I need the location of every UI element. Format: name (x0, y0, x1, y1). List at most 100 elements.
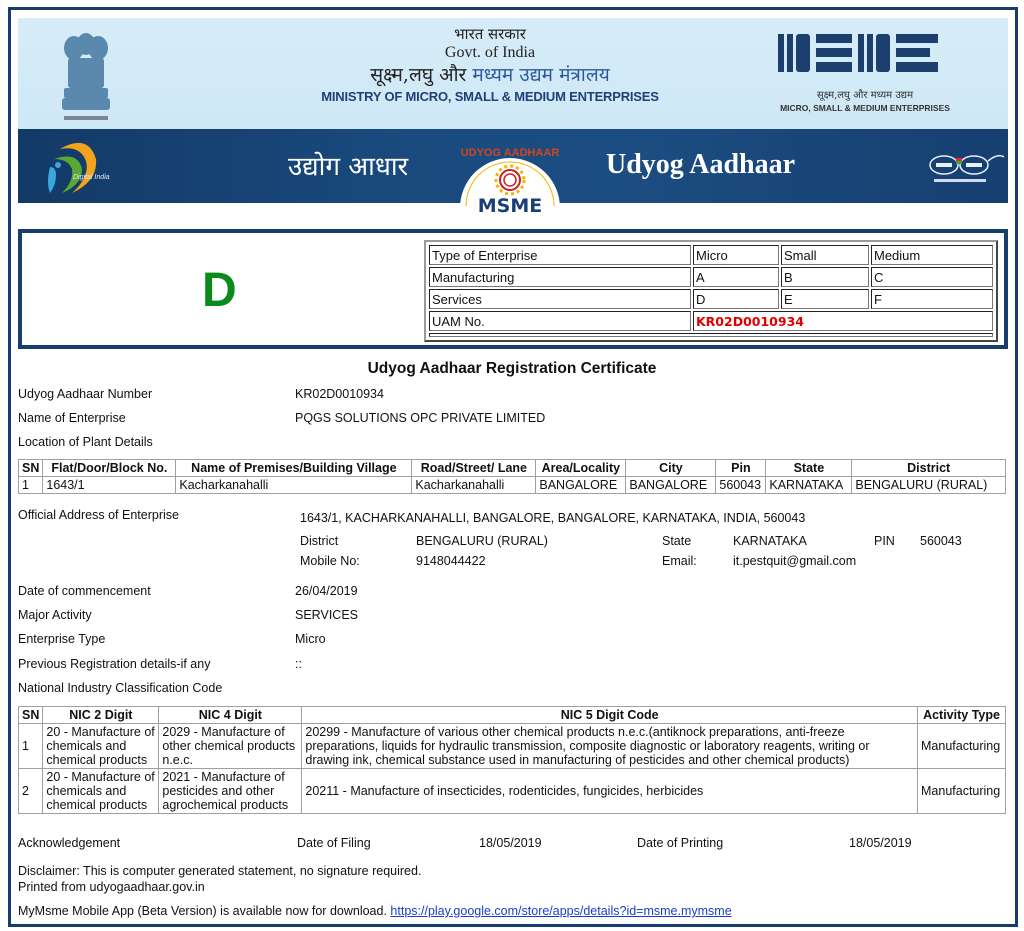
type-cell: B (781, 267, 869, 287)
printing-date-value: 18/05/2019 (849, 836, 912, 850)
plant-table-header: SN Flat/Door/Block No. Name of Premises/… (17, 459, 1006, 477)
column-header: SN (17, 459, 44, 477)
digital-india-logo-icon (48, 142, 97, 193)
play-store-link[interactable]: https://play.google.com/store/apps/detai… (390, 904, 731, 918)
previous-registration-value: :: (295, 657, 302, 671)
type-header-cell: Type of Enterprise (429, 245, 691, 265)
table-cell: Kacharkanahalli (175, 476, 413, 494)
table-cell: BENGALURU (RURAL) (851, 476, 1006, 494)
type-header-cell: Micro (693, 245, 779, 265)
table-cell: Manufacturing (917, 723, 1006, 769)
email-label: Email: (662, 554, 697, 568)
pin-value: 560043 (920, 534, 962, 548)
pin-label: PIN (874, 534, 895, 548)
mobile-value: 9148044422 (416, 554, 486, 568)
table-row: 1 20 - Manufacture of chemicals and chem… (17, 723, 1006, 769)
msme-logo-icon (778, 34, 938, 72)
table-row: 2 20 - Manufacture of chemicals and chem… (17, 768, 1006, 814)
type-table-row: Manufacturing A B C (429, 267, 993, 287)
table-cell: 20 - Manufacture of chemicals and chemic… (42, 768, 160, 814)
table-cell: Kacharkanahalli (411, 476, 537, 494)
uam-label: UAM No. (429, 311, 691, 331)
udyog-aadhaar-msme-badge-icon: UDYOG AADHAAR MSME (460, 147, 560, 216)
msme-logo: सूक्ष्म,लघु और मध्यम उद्यम MICRO, SMALL … (770, 32, 960, 113)
district-label: District (300, 534, 339, 548)
enterprise-type-table: Type of Enterprise Micro Small Medium Ma… (424, 240, 998, 342)
udyog-aadhaar-hindi: उद्योग आधार (288, 152, 409, 182)
udyog-aadhaar-english: Udyog Aadhaar (606, 149, 796, 180)
table-cell: 2 (17, 768, 44, 814)
email-value: it.pestquit@gmail.com (733, 554, 857, 568)
column-header: Name of Premises/Building Village (175, 459, 413, 477)
state-value: KARNATAKA (733, 534, 807, 548)
table-cell: BANGALORE (535, 476, 627, 494)
mobile-label: Mobile No: (300, 554, 360, 568)
ministry-name: MINISTRY OF MICRO, SMALL & MEDIUM ENTERP… (321, 89, 659, 104)
badge-msme-text: MSME (478, 195, 542, 216)
uam-number: KR02D0010934 (693, 311, 993, 331)
column-header: District (851, 459, 1006, 477)
filing-date-label: Date of Filing (297, 836, 371, 850)
enterprise-type-label: Enterprise Type (18, 632, 106, 646)
column-header: State (765, 459, 853, 477)
type-cell: D (693, 289, 779, 309)
app-notice-text: MyMsme Mobile App (Beta Version) is avai… (18, 904, 387, 918)
column-header: Flat/Door/Block No. (42, 459, 177, 477)
enterprise-category-box: D Type of Enterprise Micro Small Medium … (18, 229, 1008, 349)
svg-text:UDYOG AADHAAR: UDYOG AADHAAR (461, 147, 560, 159)
column-header: NIC 2 Digit (42, 706, 160, 724)
table-cell: 560043 (715, 476, 767, 494)
govt-of-india-text: Govt. of India (444, 44, 536, 61)
type-cell: F (871, 289, 993, 309)
table-cell: 1 (17, 723, 44, 769)
table-cell: Manufacturing (917, 768, 1006, 814)
column-header: NIC 4 Digit (158, 706, 303, 724)
commencement-label: Date of commencement (18, 584, 151, 598)
swachh-bharat-glasses-icon (929, 154, 1005, 182)
type-cell: C (871, 267, 993, 287)
commencement-value: 26/04/2019 (295, 584, 358, 598)
table-cell: 20 - Manufacture of chemicals and chemic… (42, 723, 160, 769)
hindi-ministry-text: सूक्ष्म,लघु और मध्यम उद्यम मंत्रालय (370, 64, 610, 86)
table-cell: 1643/1 (42, 476, 177, 494)
official-address-label: Official Address of Enterprise (18, 508, 179, 522)
type-cell: E (781, 289, 869, 309)
column-header: SN (17, 706, 44, 724)
table-cell: 1 (17, 476, 44, 494)
column-header: Activity Type (917, 706, 1006, 724)
hindi-govt-text: भारत सरकार (454, 25, 526, 43)
table-cell: 20211 - Manufacture of insecticides, rod… (301, 768, 918, 814)
district-value: BENGALURU (RURAL) (416, 534, 548, 548)
nic-table: SN NIC 2 Digit NIC 4 Digit NIC 5 Digit C… (17, 706, 1006, 814)
column-header: Pin (715, 459, 767, 477)
aadhaar-number-label: Udyog Aadhaar Number (18, 387, 153, 401)
msme-logo-hindi: सूक्ष्म,लघु और मध्यम उद्यम (816, 90, 914, 101)
official-address-value: 1643/1, KACHARKANAHALLI, BANGALORE, BANG… (300, 511, 806, 525)
aadhaar-number-value: KR02D0010934 (295, 387, 384, 401)
major-activity-label: Major Activity (18, 608, 92, 622)
msme-logo-english: MICRO, SMALL & MEDIUM ENTERPRISES (780, 103, 950, 113)
type-header-cell: Small (781, 245, 869, 265)
disclaimer-text: Disclaimer: This is computer generated s… (18, 864, 422, 878)
national-emblem-icon (62, 33, 110, 120)
category-letter: D (202, 264, 237, 317)
column-header: City (625, 459, 717, 477)
type-cell: A (693, 267, 779, 287)
column-header: Area/Locality (535, 459, 627, 477)
plant-location-table: SN Flat/Door/Block No. Name of Premises/… (17, 459, 1006, 494)
uam-row: UAM No. KR02D0010934 (429, 311, 993, 331)
type-cell: Services (429, 289, 691, 309)
type-table-spacer (429, 333, 993, 337)
nic-label: National Industry Classification Code (18, 681, 223, 695)
printing-date-label: Date of Printing (637, 836, 724, 850)
header-top-band: भारत सरकार Govt. of India सूक्ष्म,लघु और… (18, 18, 1008, 129)
printed-from-text: Printed from udyogaadhaar.gov.in (18, 880, 205, 894)
table-cell: 20299 - Manufacture of various other che… (301, 723, 918, 769)
enterprise-type-value: Micro (295, 632, 326, 646)
digital-india-label: Digital India (73, 174, 110, 181)
table-cell: 2029 - Manufacture of other chemical pro… (158, 723, 303, 769)
state-label: State (662, 534, 692, 548)
table-row: 1 1643/1 Kacharkanahalli Kacharkanahalli… (17, 476, 1006, 494)
enterprise-name-label: Name of Enterprise (18, 411, 126, 425)
table-cell: KARNATAKA (765, 476, 853, 494)
